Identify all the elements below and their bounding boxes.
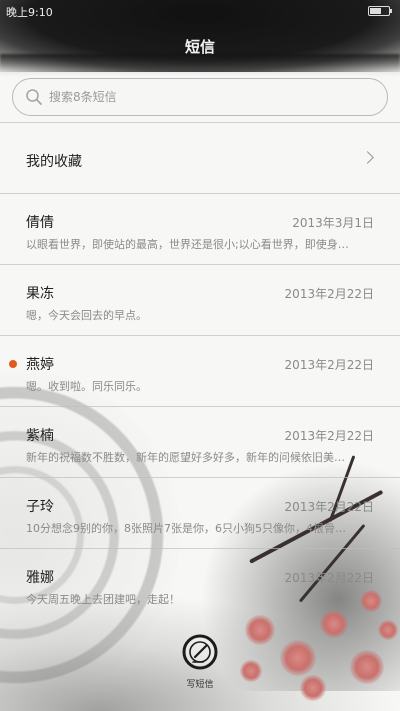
favorites-label: 我的收藏 [26, 154, 82, 170]
message-preview: 新年的祝福数不胜数，新年的愿望好多好多，新年的问候依旧美… [26, 451, 345, 464]
message-preview: 以眼看世界，即使站的最高，世界还是很小;以心看世界，即使身… [26, 238, 349, 251]
contact-name: 子玲 [26, 499, 54, 515]
contact-name: 果冻 [26, 286, 54, 302]
plum-blossom [280, 640, 316, 676]
search-input[interactable] [49, 79, 369, 115]
conversation-row[interactable]: 紫楠 2013年2月22日 新年的祝福数不胜数，新年的愿望好多好多，新年的问候依… [0, 407, 400, 477]
message-date: 2013年2月22日 [284, 429, 374, 443]
message-preview: 嗯，今天会回去的早点。 [26, 309, 147, 322]
conversation-list: 我的收藏 倩倩 2013年3月1日 以眼看世界，即使站的最高，世界还是很小;以心… [0, 122, 400, 619]
search-bar[interactable] [12, 78, 388, 116]
plum-blossom [378, 620, 398, 640]
plum-blossom [240, 660, 262, 682]
contact-name: 雅娜 [26, 570, 54, 586]
contact-name: 紫楠 [26, 428, 54, 444]
compose-button[interactable]: 写短信 [170, 633, 230, 693]
message-preview: 今天周五晚上去团建吧，走起！ [26, 593, 180, 606]
battery-level [370, 8, 381, 14]
message-date: 2013年3月1日 [292, 216, 374, 230]
conversation-row[interactable]: 果冻 2013年2月22日 嗯，今天会回去的早点。 [0, 265, 400, 335]
favorites-row[interactable]: 我的收藏 [0, 123, 400, 193]
conversation-row[interactable]: 燕婷 2013年2月22日 嗯。收到啦。同乐同乐。 [0, 336, 400, 406]
plum-blossom [245, 615, 275, 645]
battery-icon [368, 6, 392, 16]
message-date: 2013年2月22日 [284, 500, 374, 514]
message-preview: 嗯。收到啦。同乐同乐。 [26, 380, 147, 393]
message-preview: 10分想念9别的你，8张照片7张是你，6只小狗5只像你，4根骨… [26, 522, 346, 535]
conversation-row[interactable]: 倩倩 2013年3月1日 以眼看世界，即使站的最高，世界还是很小;以心看世界，即… [0, 194, 400, 264]
search-icon [26, 89, 42, 105]
message-date: 2013年2月22日 [284, 571, 374, 585]
status-bar: 晚上9:10 [0, 0, 400, 22]
contact-name: 燕婷 [26, 357, 54, 373]
conversation-row[interactable]: 雅娜 2013年2月22日 今天周五晚上去团建吧，走起！ [0, 549, 400, 619]
contact-name: 倩倩 [26, 215, 54, 231]
chevron-right-icon [361, 151, 374, 164]
page-title: 短信 [184, 38, 215, 56]
plum-blossom [350, 650, 384, 684]
message-date: 2013年2月22日 [284, 287, 374, 301]
pen-circle-icon [182, 634, 218, 670]
unread-indicator [9, 360, 17, 368]
compose-label: 写短信 [186, 680, 214, 690]
ink-header-edge [0, 54, 400, 76]
conversation-row[interactable]: 子玲 2013年2月22日 10分想念9别的你，8张照片7张是你，6只小狗5只像… [0, 478, 400, 548]
message-date: 2013年2月22日 [284, 358, 374, 372]
status-time: 晚上9:10 [6, 6, 53, 19]
plum-blossom [300, 675, 326, 701]
